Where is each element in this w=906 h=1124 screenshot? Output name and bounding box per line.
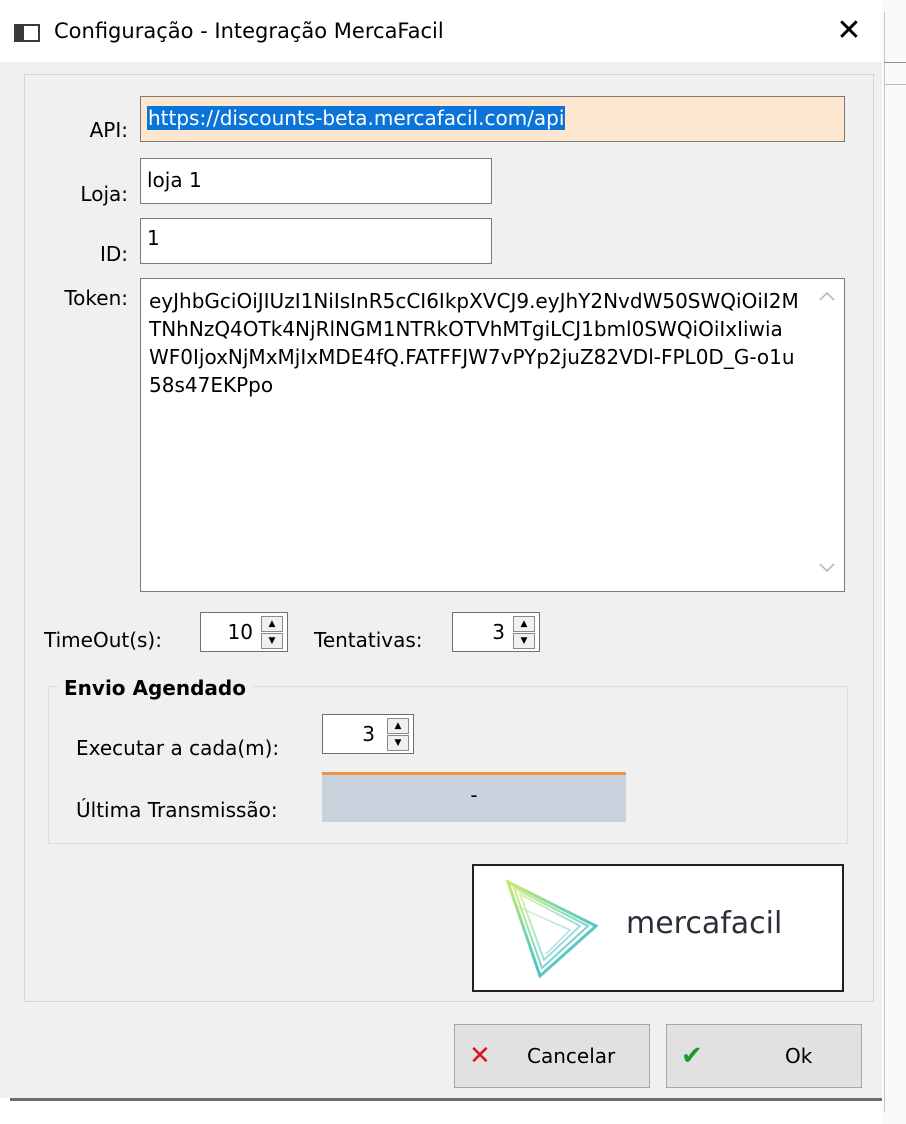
tentativas-stepper[interactable]: 3 ▲ ▼ — [452, 612, 540, 652]
scroll-down-icon[interactable] — [819, 561, 835, 577]
api-value: https://discounts-beta.mercafacil.com/ap… — [147, 106, 566, 130]
executar-value: 3 — [362, 722, 375, 746]
token-label: Token: — [64, 286, 128, 310]
token-scrollbar[interactable] — [814, 279, 844, 591]
window-icon — [14, 24, 40, 42]
mercafacil-logo-text: mercafacil — [626, 906, 783, 941]
close-button[interactable]: ✕ — [820, 6, 878, 56]
tentativas-label: Tentativas: — [314, 628, 423, 652]
id-label: ID: — [99, 242, 128, 266]
scroll-up-icon[interactable] — [819, 289, 835, 305]
timeout-label: TimeOut(s): — [44, 628, 162, 652]
cancel-x-icon: ✕ — [469, 1041, 491, 1071]
loja-input[interactable]: loja 1 — [140, 158, 492, 204]
tentativas-down-icon[interactable]: ▼ — [513, 633, 535, 649]
mercafacil-logo-icon — [505, 879, 599, 979]
executar-label: Executar a cada(m): — [76, 736, 280, 760]
mercafacil-logo: mercafacil — [472, 864, 844, 992]
executar-down-icon[interactable]: ▼ — [387, 735, 409, 751]
cancel-button-label: Cancelar — [527, 1044, 616, 1068]
token-textarea[interactable]: eyJhbGciOiJIUzI1NiIsInR5cCI6IkpXVCJ9.eyJ… — [140, 278, 845, 592]
checkmark-icon: ✔ — [681, 1041, 703, 1071]
window-title: Configuração - Integração MercaFacil — [54, 19, 444, 43]
title-bar: Configuração - Integração MercaFacil ✕ — [0, 0, 882, 62]
api-input[interactable]: https://discounts-beta.mercafacil.com/ap… — [140, 96, 845, 142]
envio-agendado-title: Envio Agendado — [58, 674, 252, 702]
cancel-button[interactable]: ✕ Cancelar — [454, 1024, 650, 1088]
ok-button-label: Ok — [785, 1044, 813, 1068]
executar-stepper[interactable]: 3 ▲ ▼ — [322, 714, 414, 754]
token-value: eyJhbGciOiJIUzI1NiIsInR5cCI6IkpXVCJ9.eyJ… — [149, 289, 799, 397]
id-input[interactable]: 1 — [140, 218, 492, 264]
window-bottom-border — [10, 1098, 882, 1101]
timeout-down-icon[interactable]: ▼ — [261, 633, 283, 649]
executar-up-icon[interactable]: ▲ — [387, 718, 409, 734]
api-label: API: — [89, 118, 128, 142]
timeout-value: 10 — [227, 620, 253, 644]
loja-label: Loja: — [80, 182, 128, 206]
timeout-up-icon[interactable]: ▲ — [261, 616, 283, 632]
timeout-stepper[interactable]: 10 ▲ ▼ — [200, 612, 288, 652]
dialog-window: Configuração - Integração MercaFacil ✕ A… — [0, 0, 882, 1098]
ultima-transmissao-value: - — [322, 772, 626, 822]
ultima-transmissao-label: Última Transmissão: — [76, 798, 278, 822]
tentativas-value: 3 — [492, 620, 505, 644]
background-window-edge — [882, 0, 906, 1124]
tentativas-up-icon[interactable]: ▲ — [513, 616, 535, 632]
ok-button[interactable]: ✔ Ok — [666, 1024, 862, 1088]
